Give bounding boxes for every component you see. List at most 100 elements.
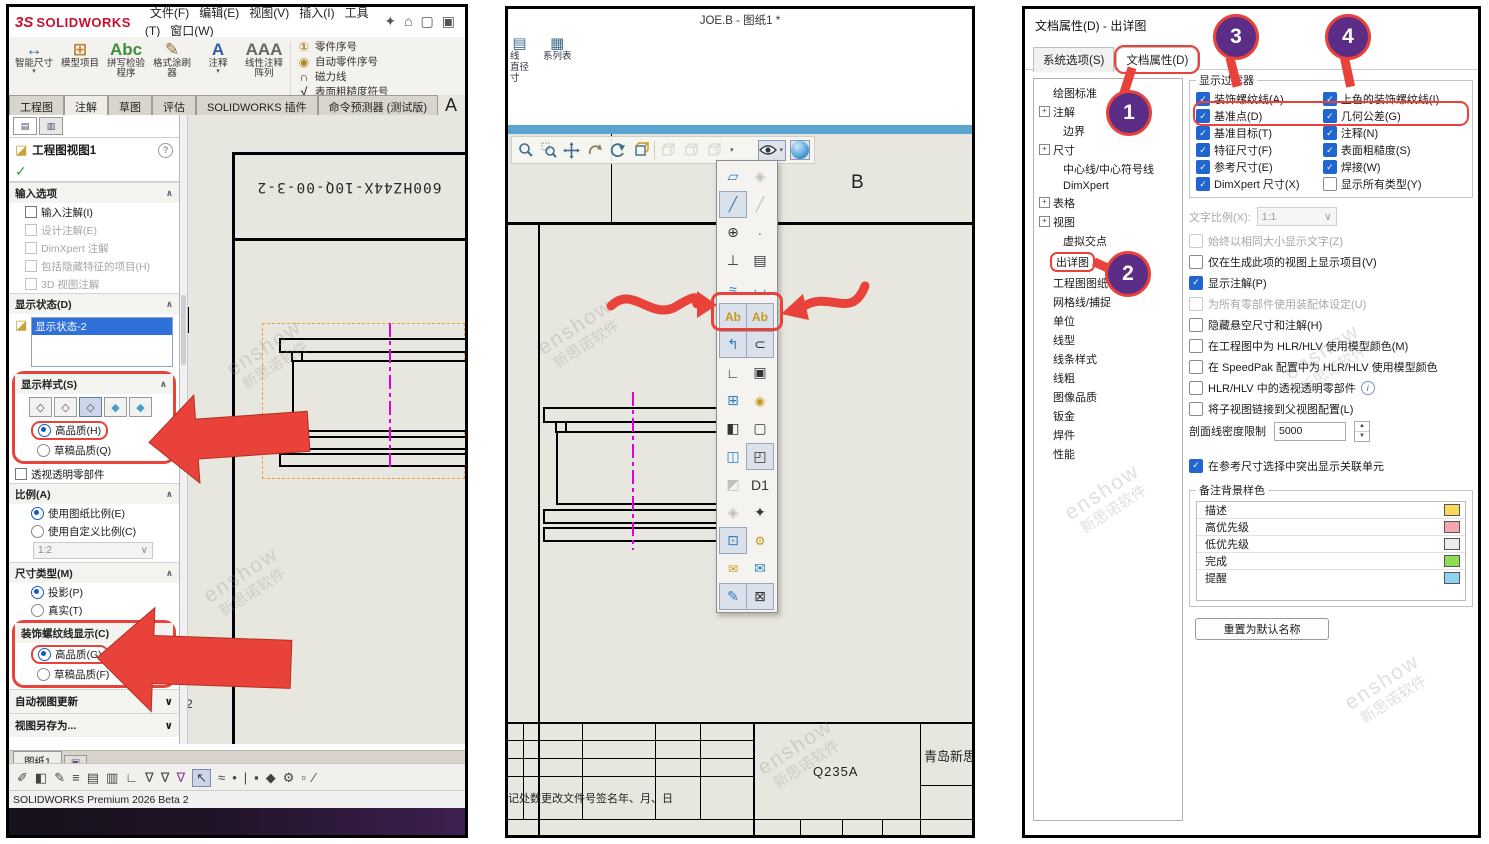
filter-checkbox[interactable]: ✓ 表面粗糙度(S) [1323,142,1466,158]
text-scale-combobox[interactable]: 1:1∨ [1257,207,1337,226]
view-cartoon-icon[interactable]: ▢ [746,415,774,442]
hide-show-edges-icon[interactable]: ▥ [106,770,118,786]
note-color-row[interactable]: 低优先级 [1197,536,1465,553]
filter-checkbox[interactable]: ✓ 基准目标(T) [1196,125,1323,141]
tree-item[interactable]: + 焊件 [1034,425,1182,444]
option-checkbox[interactable]: ✓ 始终以相同大小显示文字(Z) i [1189,230,1473,251]
view-center-of-mass-icon[interactable]: ✦ [746,499,774,526]
scale-combobox[interactable]: 1:2∨ [33,542,153,559]
filter-checkbox[interactable]: ✓ 装饰螺纹线(A) [1196,91,1323,107]
layer-icon[interactable]: ✐ [17,770,28,786]
filter-checkbox[interactable]: ✓ 注释(N) [1323,125,1466,141]
view-coordinate-systems-icon[interactable]: ⊥ [719,247,747,274]
linear-note-pattern-button[interactable]: AAA 线性注释阵列 [241,39,287,97]
highlight-associated-checkbox[interactable]: ✓ 在参考尺寸选择中突出显示关联单元 [1189,455,1473,476]
view-routing-points-icon[interactable]: ◫ [719,443,747,470]
color-swatch[interactable] [1444,555,1460,567]
view-envelope-publish-icon[interactable]: ✉ [719,555,747,582]
tree-item[interactable]: + 性能 [1034,444,1182,463]
drawing-graphics-area[interactable]: ▾ ▾ B ▱◈╱╱⊕∙⊥▤≈◡AbAb↰⊂∟▣⊞◉◧▢◫◰◩D1◈✦⊡⚙✉✉✎… [508,134,972,835]
tree-item[interactable]: + 单位 [1034,311,1182,330]
option-checkbox[interactable]: ✓ HLR/HLV 中的透视透明零部件 i [1189,377,1473,398]
filter-funnel-edges-icon[interactable]: ∇ [161,770,170,786]
command-tab[interactable]: SOLIDWORKS 插件 [196,95,318,115]
pm-checkbox[interactable]: 设计注解(E) [9,221,179,239]
view-orientation-cube3-icon[interactable] [705,141,724,160]
expand-plus-icon[interactable]: + [1039,216,1050,227]
lasso-select-icon[interactable]: ≈ [218,770,225,785]
filter-checkbox[interactable]: ✓ 上色的装饰螺纹线(I) [1323,91,1466,107]
shaded-with-edges-icon[interactable]: ◆ [104,397,127,417]
magnetic-line-button[interactable]: ∩ 磁力线 [294,69,392,84]
option-checkbox[interactable]: ✓ 将子视图链接到父视图配置(L) i [1189,398,1473,419]
tree-item[interactable]: + 线粗 [1034,368,1182,387]
dialog-tab[interactable]: 系统选项(S) [1033,47,1114,72]
hidden-lines-visible-icon[interactable]: ◇ [54,397,77,417]
tree-item[interactable]: + 中心线/中心符号线 [1034,159,1182,178]
spell-checker-button[interactable]: Abc 拼写检验程序 [103,39,149,97]
pm-radio[interactable]: 使用图纸比例(E) [9,504,179,522]
pm-checkbox[interactable]: 包括隐藏特征的项目(H) [9,257,179,275]
tree-item[interactable]: + 图像品质 [1034,387,1182,406]
option-checkbox[interactable]: ✓ 隐藏悬空尺寸和注解(H) i [1189,314,1473,335]
command-tab[interactable]: 草图 [108,95,152,115]
view-decals-icon[interactable]: ◈ [719,499,747,526]
filter-checkbox[interactable]: ✓ 基准点(D) [1196,108,1323,124]
option-checkbox[interactable]: ✓ 为所有零部件使用装配体设定(U) i [1189,293,1473,314]
hidden-lines-removed-icon[interactable]: ◇ [79,397,102,417]
roll-view-icon[interactable] [585,141,604,160]
view-planes-icon[interactable]: ▱ [719,163,747,190]
option-checkbox[interactable]: ✓ 显示注解(P) i [1189,272,1473,293]
section-input-options[interactable]: 输入选项∧ [9,182,179,203]
pm-checkbox[interactable]: DimXpert 注解 [9,239,179,257]
menu-item[interactable]: 文件(F) [145,4,194,22]
view-cameras-icon[interactable]: ◧ [719,415,747,442]
view-lights-icon[interactable]: ◉ [746,387,774,414]
filter-checkbox[interactable]: ✓ 特征尺寸(F) [1196,142,1323,158]
command-tab[interactable]: 命令预测器 (测试版) [318,95,438,115]
view-section-icon[interactable]: ◰ [746,443,774,470]
view-orientation-cube-icon[interactable] [659,141,678,160]
option-checkbox[interactable]: ✓ 在工程图中为 HLR/HLV 使用模型颜色(M) i [1189,335,1473,356]
view-datums-icon[interactable]: ∟ [719,359,747,386]
view-dimension-names-icon[interactable]: D1 [746,471,774,498]
tree-item[interactable]: + 线型 [1034,330,1182,349]
view-origins-icon[interactable]: ⊕ [719,219,747,246]
tree-item[interactable]: + DimXpert [1034,178,1182,193]
smart-dimension-button[interactable]: ↔ 智能尺寸 ▾ [11,39,57,97]
option-checkbox[interactable]: ✓ 仅在生成此项的视图上显示项目(V) i [1189,251,1473,272]
line-thickness-icon[interactable]: ≡ [72,770,80,785]
tree-item[interactable]: + 绘图标准 [1034,83,1182,102]
hatch-density-input[interactable]: 5000 [1274,422,1346,441]
reset-default-names-button[interactable]: 重置为默认名称 [1195,618,1329,640]
tree-item[interactable]: + 网格线/捕捉 [1034,292,1182,311]
menu-item[interactable]: 视图(V) [244,4,294,22]
view-live-section-icon[interactable]: ◩ [719,471,747,498]
pm-radio[interactable]: 使用自定义比例(C) [9,522,179,540]
view-orientation-cube2-icon[interactable] [682,141,701,160]
filter-checkbox[interactable]: ✓ 几何公差(G) [1323,108,1466,124]
filter-checkbox[interactable]: ✓ 焊接(W) [1323,159,1466,175]
view-axes-icon[interactable]: ╱ [746,191,774,218]
filter-checkbox[interactable]: ✓ DimXpert 尺寸(X) [1196,176,1323,192]
spinner-control[interactable]: ▲▼ [1354,421,1370,442]
view-annotation-views-icon[interactable]: ▤ [746,247,774,274]
view-points-icon[interactable]: ∙ [746,219,774,246]
display-style-button[interactable] [790,140,810,160]
note-color-row[interactable]: 高优先级 [1197,519,1465,536]
auto-balloon-button[interactable]: ◉ 自动零件序号 [294,54,392,69]
filter-plane-icon[interactable]: ∕ [313,770,315,785]
view-all-annotations-icon[interactable]: ⊡ [719,527,747,554]
section-display-state[interactable]: 显示状态(D)∧ [9,293,179,314]
command-tab[interactable]: 注解 [64,95,108,115]
filter-edges-icon[interactable]: | [244,770,247,785]
command-tab[interactable]: 工程图 [9,95,64,115]
note-button[interactable]: A 注释 ▾ [195,39,241,97]
expand-plus-icon[interactable]: + [1039,144,1050,155]
chevron-down-icon[interactable]: ▾ [728,146,736,154]
color-swatch[interactable] [1444,521,1460,533]
series-table-button[interactable]: ▦ 系列表 [543,35,572,129]
tree-item[interactable]: + 线条样式 [1034,349,1182,368]
expand-plus-icon[interactable]: + [1039,197,1050,208]
filter-funnel-icon[interactable]: ∇ [145,770,154,786]
